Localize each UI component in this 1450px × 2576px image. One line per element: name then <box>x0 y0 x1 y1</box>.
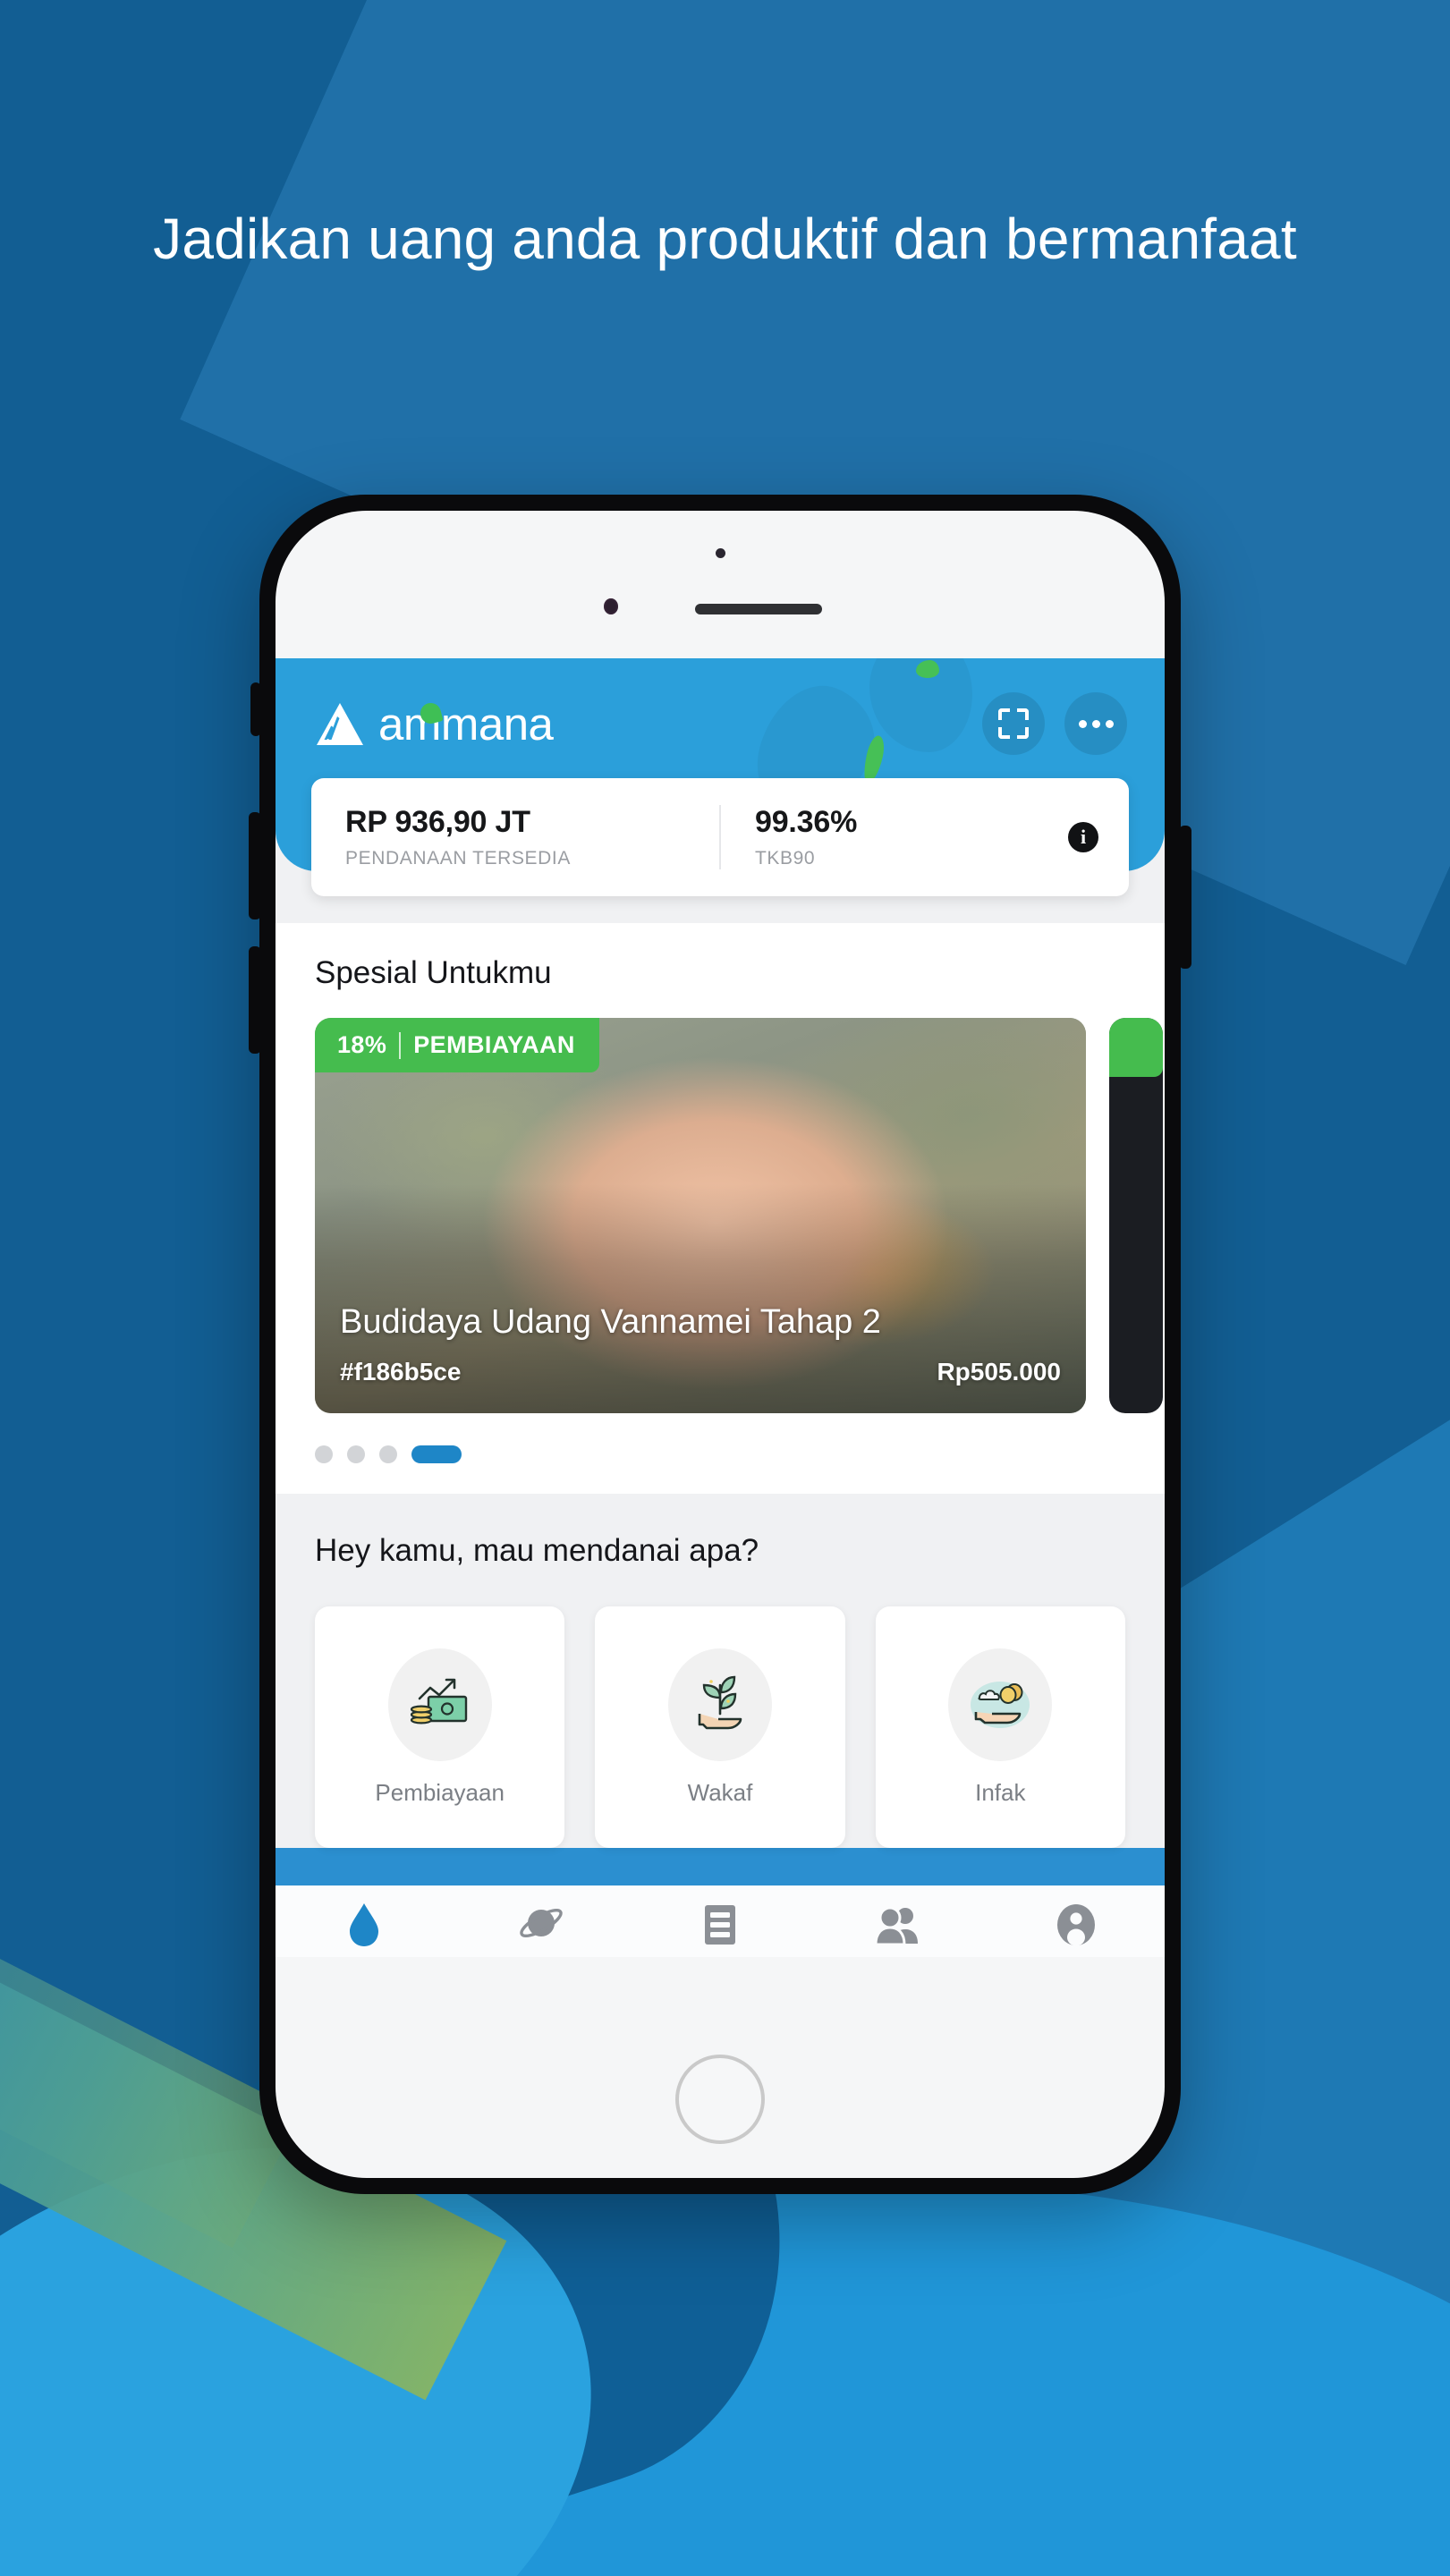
earpiece-speaker <box>695 604 822 614</box>
phone-power-button[interactable] <box>1179 826 1191 969</box>
proximity-sensor-icon <box>716 548 725 558</box>
nav-item-akun[interactable]: Akun <box>987 1901 1165 1957</box>
category-card-pembiayaan[interactable]: Pembiayaan <box>315 1606 565 1848</box>
nav-item-mitra[interactable]: Mitra <box>809 1901 987 1957</box>
brand-logo[interactable]: ammana <box>317 699 554 750</box>
stat-value: RP 936,90 JT <box>345 805 530 839</box>
home-button[interactable] <box>675 2055 765 2144</box>
droplet-icon <box>348 1901 380 1949</box>
promo-text-overlay: Budidaya Udang Vannamei Tahap 2 #f186b5c… <box>315 1303 1086 1413</box>
header-actions <box>982 692 1127 755</box>
category-card-infak[interactable]: Infak <box>875 1606 1125 1848</box>
stat-tkb90[interactable]: 99.36% TKB90 i <box>719 805 1129 869</box>
promo-badge-next <box>1109 1018 1163 1077</box>
promo-code: #f186b5ce <box>340 1358 462 1385</box>
section-title-mendanai: Hey kamu, mau mendanai apa? <box>315 1533 759 1568</box>
carousel-pagination[interactable] <box>276 1413 1165 1494</box>
person-icon <box>1056 1901 1097 1949</box>
phone-mute-switch[interactable] <box>250 682 261 736</box>
planet-icon <box>519 1901 565 1949</box>
section-title-spesial: Spesial Untukmu <box>315 955 552 990</box>
phone-screen: ammana RP 936,90 JT PENDANAAN TERSEDIA 9… <box>276 511 1165 2178</box>
plant-hand-icon <box>667 1648 772 1761</box>
category-label: Wakaf <box>687 1778 753 1806</box>
promo-meta: #f186b5ce Rp505.000 <box>340 1358 1061 1386</box>
promo-price: Rp505.000 <box>937 1358 1061 1385</box>
carousel-dot[interactable] <box>347 1445 365 1463</box>
ammana-mountain-icon <box>317 703 363 745</box>
stat-label: TKB90 <box>755 848 816 869</box>
app-viewport: ammana RP 936,90 JT PENDANAAN TERSEDIA 9… <box>276 658 1165 1957</box>
promo-card-next[interactable] <box>1109 1018 1163 1413</box>
promo-card[interactable]: 18% PEMBIAYAAN Budidaya Udang Vannamei T… <box>315 1018 1086 1413</box>
money-chart-icon <box>387 1648 492 1761</box>
badge-separator <box>399 1031 402 1059</box>
stat-label: PENDANAAN TERSEDIA <box>345 848 571 869</box>
nav-item-for-you[interactable]: For You <box>276 1901 454 1957</box>
promo-rate: 18% <box>337 1031 387 1058</box>
nav-item-portofolio[interactable]: Portofolio <box>632 1901 810 1957</box>
bottom-navigation: For You Discover <box>276 1885 1165 1957</box>
more-icon <box>1078 719 1114 728</box>
document-icon <box>702 1901 738 1949</box>
carousel-dot-active[interactable] <box>411 1445 462 1463</box>
spesial-untukmu-section: Spesial Untukmu 18% PEMBIAYAAN Budidaya … <box>276 923 1165 1494</box>
category-label: Infak <box>975 1778 1026 1806</box>
promo-badge: 18% PEMBIAYAAN <box>315 1018 599 1072</box>
hand-coins-icon <box>948 1648 1053 1761</box>
promo-carousel[interactable]: 18% PEMBIAYAAN Budidaya Udang Vannamei T… <box>276 1018 1165 1413</box>
front-camera-icon <box>604 598 618 614</box>
promo-stage: Jadikan uang anda produktif dan bermanfa… <box>0 0 1450 2576</box>
promo-category: PEMBIAYAAN <box>413 1031 575 1058</box>
promo-title: Budidaya Udang Vannamei Tahap 2 <box>340 1303 881 1341</box>
mendanai-section: Hey kamu, mau mendanai apa? Pembiayaan W… <box>276 1494 1165 1848</box>
header-green-accent-1 <box>916 660 939 678</box>
bottom-blue-strip <box>276 1848 1165 1885</box>
category-card-wakaf[interactable]: Wakaf <box>595 1606 845 1848</box>
more-button[interactable] <box>1064 692 1127 755</box>
category-row: Pembiayaan Wakaf Infak <box>276 1606 1165 1848</box>
brand-logo-text: ammana <box>378 699 554 750</box>
phone-volume-up[interactable] <box>249 812 261 919</box>
nav-item-discover[interactable]: Discover <box>454 1901 632 1957</box>
phone-volume-down[interactable] <box>249 946 261 1054</box>
people-icon <box>874 1901 921 1949</box>
category-label: Pembiayaan <box>375 1778 505 1806</box>
carousel-dot[interactable] <box>379 1445 397 1463</box>
scan-button[interactable] <box>982 692 1045 755</box>
scan-icon <box>998 708 1029 739</box>
stat-pendanaan-tersedia[interactable]: RP 936,90 JT PENDANAAN TERSEDIA <box>311 805 719 869</box>
phone-mockup: ammana RP 936,90 JT PENDANAAN TERSEDIA 9… <box>249 495 1191 2194</box>
page-headline: Jadikan uang anda produktif dan bermanfa… <box>153 207 1297 271</box>
info-icon[interactable]: i <box>1068 822 1098 852</box>
stats-card: RP 936,90 JT PENDANAAN TERSEDIA 99.36% T… <box>311 778 1129 896</box>
carousel-dot[interactable] <box>315 1445 333 1463</box>
stats-zone: RP 936,90 JT PENDANAAN TERSEDIA 99.36% T… <box>276 778 1165 923</box>
